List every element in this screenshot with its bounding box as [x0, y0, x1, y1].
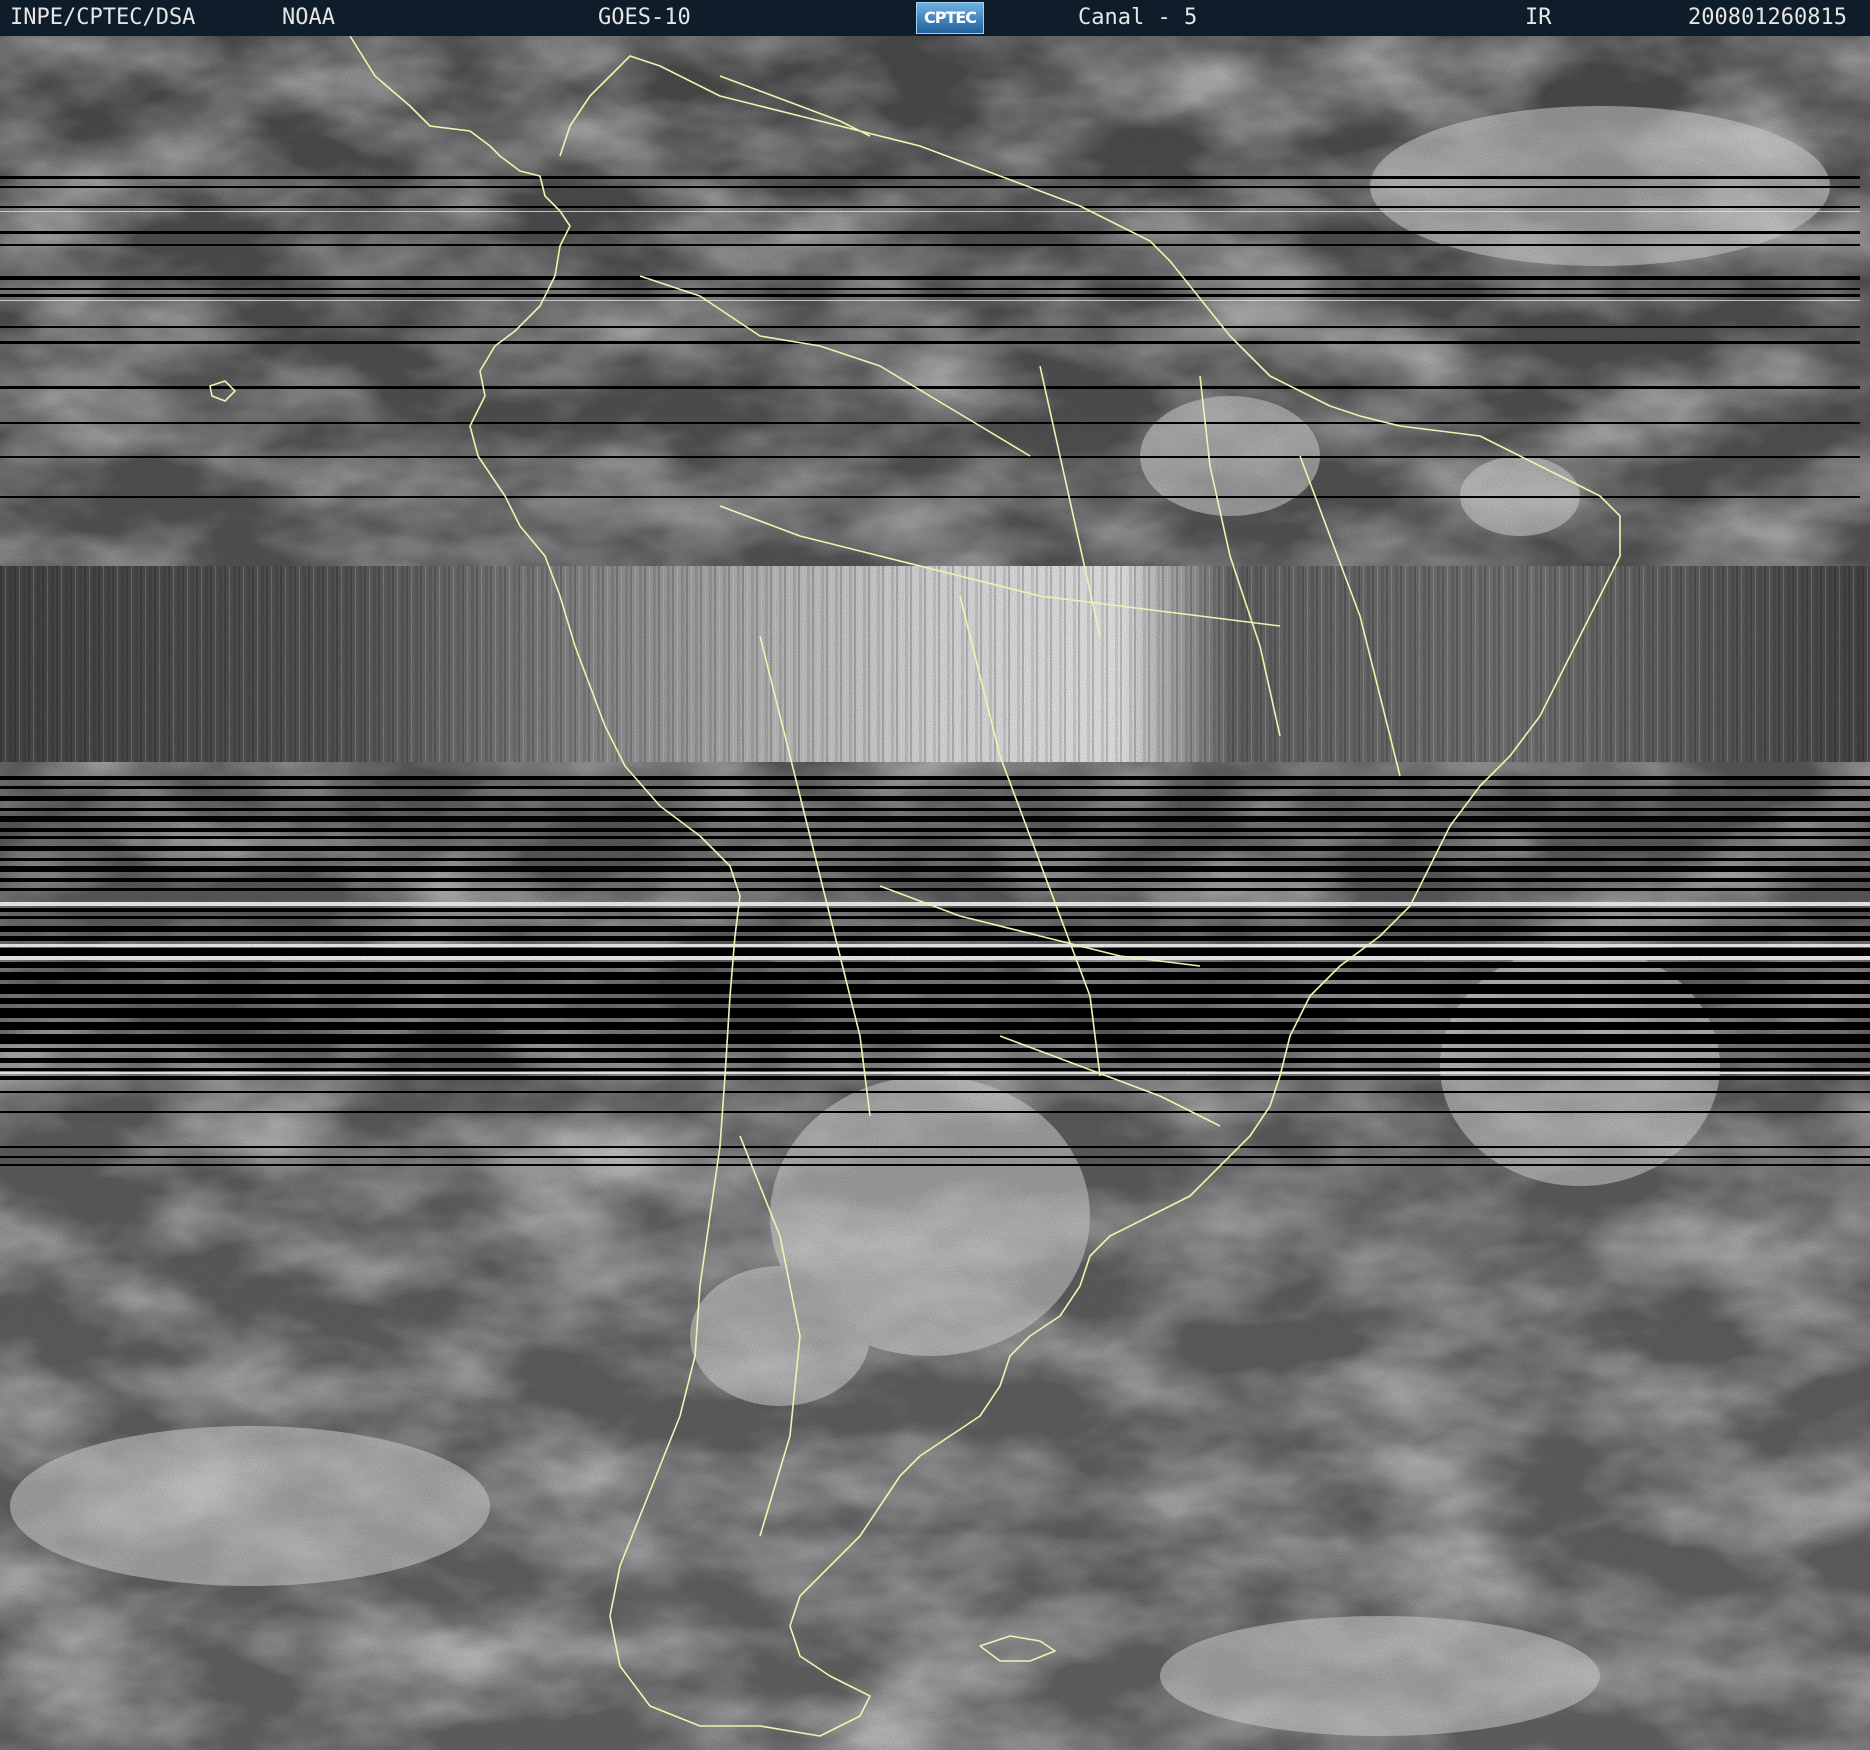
band-label: IR: [1525, 5, 1552, 30]
cptec-logo: CPTEC: [916, 2, 984, 34]
satellite-image-canvas: [0, 36, 1870, 1750]
timestamp-label: 200801260815: [1688, 5, 1847, 30]
channel-label: Canal - 5: [1078, 5, 1198, 30]
agency-label: NOAA: [282, 5, 335, 30]
image-header-bar: INPE/CPTEC/DSA NOAA GOES-10 CPTEC Canal …: [0, 0, 1870, 36]
satellite-label: GOES-10: [598, 5, 691, 30]
satellite-image: [0, 36, 1870, 1750]
source-label: INPE/CPTEC/DSA: [10, 5, 196, 30]
sensor-noise: [0, 36, 1870, 1750]
